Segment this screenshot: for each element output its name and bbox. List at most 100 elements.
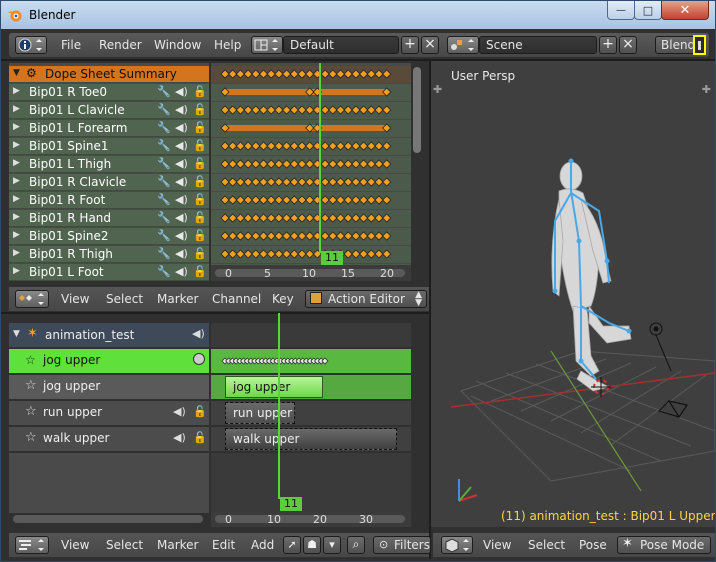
scene-browse-button[interactable] xyxy=(447,36,479,54)
lock-icon[interactable]: 🔓 xyxy=(193,157,207,170)
nla-filters-button[interactable]: ⊙ Filters xyxy=(373,536,431,554)
wrench-icon[interactable]: 🔧 xyxy=(157,229,171,242)
lock-icon[interactable]: 🔓 xyxy=(193,211,207,224)
expand-arrow-icon[interactable]: ▶ xyxy=(13,176,20,186)
dope-sheet-summary-row[interactable]: ▼ ⚙ Dope Sheet Summary xyxy=(9,66,209,83)
lock-icon[interactable]: 🔓 xyxy=(193,431,207,444)
wrench-icon[interactable]: 🔧 xyxy=(157,85,171,98)
screen-layout-field[interactable]: Default xyxy=(283,36,399,54)
speaker-icon[interactable]: ◀) xyxy=(175,211,188,224)
lock-icon[interactable]: 🔓 xyxy=(193,139,207,152)
dope-sheet-channel-row[interactable]: ▶ Bip01 R Foot 🔧 ◀) 🔓 xyxy=(9,192,209,209)
dope-sheet-channel-row[interactable]: ▶ Bip01 R Hand 🔧 ◀) 🔓 xyxy=(9,210,209,227)
speaker-icon[interactable]: ◀) xyxy=(175,121,188,134)
dope-sheet-vertical-scrollbar[interactable] xyxy=(413,67,421,153)
speaker-icon[interactable]: ◀) xyxy=(175,103,188,116)
expand-arrow-icon[interactable]: ▶ xyxy=(13,248,20,258)
wrench-icon[interactable]: 🔧 xyxy=(157,139,171,152)
editor-type-button[interactable] xyxy=(15,36,47,54)
dope-sheet-channel-row[interactable]: ▶ Bip01 L Clavicle 🔧 ◀) 🔓 xyxy=(9,102,209,119)
expand-arrow-icon[interactable]: ▶ xyxy=(13,194,20,204)
dope-sheet-keyframe-area[interactable] xyxy=(211,63,411,281)
expand-arrow-icon[interactable]: ▶ xyxy=(13,212,20,222)
lock-icon[interactable]: 🔓 xyxy=(193,85,207,98)
wrench-icon[interactable]: 🔧 xyxy=(157,157,171,170)
push-down-icon[interactable] xyxy=(193,353,205,365)
keyframe-canvas[interactable] xyxy=(211,63,411,281)
nla-menu-edit[interactable]: Edit xyxy=(212,538,235,552)
nla-track[interactable]: ☆ run upper ◀) 🔓 xyxy=(9,401,209,425)
menu-render[interactable]: Render xyxy=(99,38,142,52)
lock-icon[interactable]: 🔓 xyxy=(193,175,207,188)
expand-arrow-icon[interactable]: ▶ xyxy=(13,140,20,150)
dope-sheet-channel-row[interactable]: ▶ Bip01 Spine2 🔧 ◀) 🔓 xyxy=(9,228,209,245)
3d-viewport[interactable]: User Persp ✚ ✚ (11) animation_test: Bip… xyxy=(431,61,715,527)
menu-file[interactable]: File xyxy=(61,38,81,52)
speaker-icon[interactable]: ◀) xyxy=(173,431,186,444)
viewport-menu-select[interactable]: Select xyxy=(528,538,565,552)
dope-sheet-channel-row[interactable]: ▶ Bip01 L Forearm 🔧 ◀) 🔓 xyxy=(9,120,209,137)
dope-sheet-channel-row[interactable]: ▶ Bip01 L Thigh 🔧 ◀) 🔓 xyxy=(9,156,209,173)
lock-icon[interactable]: 🔓 xyxy=(193,103,207,116)
dope-sheet-menu-select[interactable]: Select xyxy=(106,292,143,306)
speaker-icon[interactable]: ◀) xyxy=(175,139,188,152)
nla-current-frame-line[interactable] xyxy=(278,313,280,499)
wrench-icon[interactable]: 🔧 xyxy=(157,175,171,188)
nla-action-keys[interactable] xyxy=(211,349,411,373)
menu-help[interactable]: Help xyxy=(214,38,241,52)
add-screen-button[interactable]: + xyxy=(401,36,419,54)
nla-strip-walk[interactable]: walk upper xyxy=(225,428,397,450)
expand-arrow-icon[interactable]: ▶ xyxy=(13,266,20,276)
expand-arrow-icon[interactable]: ▶ xyxy=(13,104,20,114)
nla-select-tool-button[interactable]: ➚ xyxy=(283,536,301,554)
scene-field[interactable]: Scene xyxy=(479,36,597,54)
speaker-icon[interactable]: ◀) xyxy=(175,229,188,242)
dope-sheet-channel-row[interactable]: ▶ Bip01 R Clavicle 🔧 ◀) 🔓 xyxy=(9,174,209,191)
maximize-button[interactable]: □ xyxy=(634,1,662,20)
nla-editor-type-button[interactable] xyxy=(15,536,49,554)
wrench-icon[interactable]: 🔧 xyxy=(157,247,171,260)
expand-arrow-icon[interactable]: ▶ xyxy=(13,230,20,240)
wrench-icon[interactable]: 🔧 xyxy=(157,265,171,278)
viewport-mode-select[interactable]: ✶ Pose Mode xyxy=(617,536,711,554)
nla-track-active[interactable]: ☆ jog upper xyxy=(9,349,209,373)
render-engine-field[interactable]: Blend xyxy=(655,36,695,54)
expand-arrow-icon[interactable]: ▶ xyxy=(13,158,20,168)
nla-menu-marker[interactable]: Marker xyxy=(157,538,198,552)
viewport-scene[interactable] xyxy=(431,61,715,527)
dope-sheet-channel-row[interactable]: ▶ Bip01 L Foot 🔧 ◀) 🔓 xyxy=(9,264,209,281)
viewport-editor-type-button[interactable] xyxy=(441,536,473,554)
screen-layout-button[interactable] xyxy=(251,36,283,54)
wrench-icon[interactable]: 🔧 xyxy=(157,121,171,134)
dope-sheet-editor-type-button[interactable] xyxy=(15,290,49,308)
nla-menu-view[interactable]: View xyxy=(61,538,89,552)
nla-search-button[interactable]: ⌕ xyxy=(347,536,365,554)
close-button[interactable]: ✕ xyxy=(661,1,709,20)
nla-filter-button[interactable]: ▾ xyxy=(323,536,341,554)
add-scene-button[interactable]: + xyxy=(599,36,617,54)
dope-sheet-menu-key[interactable]: Key xyxy=(272,292,294,306)
lock-icon[interactable]: 🔓 xyxy=(193,247,207,260)
nla-strip-jog[interactable]: jog upper xyxy=(225,376,323,398)
dope-sheet-channel-row[interactable]: ▶ Bip01 R Toe0 🔧 ◀) 🔓 xyxy=(9,84,209,101)
speaker-icon[interactable]: ◀) xyxy=(175,175,188,188)
menu-window[interactable]: Window xyxy=(154,38,201,52)
speaker-icon[interactable]: ◀) xyxy=(175,193,188,206)
lock-icon[interactable]: 🔓 xyxy=(193,229,207,242)
dope-sheet-channel-row[interactable]: ▶ Bip01 R Thigh 🔧 ◀) 🔓 xyxy=(9,246,209,263)
speaker-icon[interactable]: ◀) xyxy=(175,157,188,170)
expand-arrow-icon[interactable]: ▶ xyxy=(13,122,20,132)
nla-track[interactable]: ☆ walk upper ◀) 🔓 xyxy=(9,427,209,451)
nla-menu-add[interactable]: Add xyxy=(251,538,274,552)
nla-strip-run[interactable]: run upper xyxy=(225,402,295,424)
wrench-icon[interactable]: 🔧 xyxy=(157,103,171,116)
speaker-icon[interactable]: ◀) xyxy=(175,265,188,278)
speaker-icon[interactable]: ◀) xyxy=(173,405,186,418)
nla-ghost-button[interactable]: ☗ xyxy=(303,536,321,554)
viewport-menu-pose[interactable]: Pose xyxy=(579,538,607,552)
nla-horizontal-scrollbar[interactable] xyxy=(215,515,405,523)
highlighted-scroll-marker[interactable] xyxy=(693,35,706,55)
minimize-button[interactable]: — xyxy=(607,1,635,20)
nla-object-row[interactable]: ▼ ✶ animation_test ◀) xyxy=(9,323,209,347)
nla-channel-scrollbar[interactable] xyxy=(13,515,203,523)
